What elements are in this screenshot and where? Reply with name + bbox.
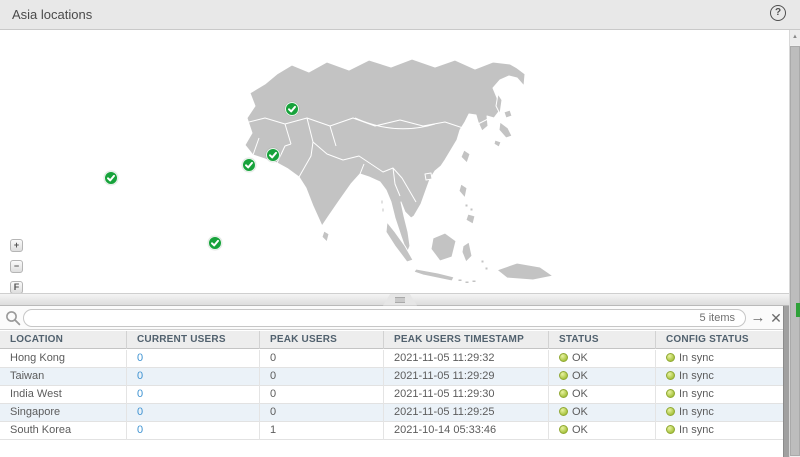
current-users-link[interactable]: 0 xyxy=(137,352,143,364)
current-users-link[interactable]: 0 xyxy=(137,424,143,436)
cell-location: Hong Kong xyxy=(0,350,127,368)
splitter-handle-icon[interactable] xyxy=(383,294,417,306)
search-field: 5 items xyxy=(23,309,746,327)
map-marker-singapore[interactable] xyxy=(208,236,222,250)
column-header-peak-users-timestamp[interactable]: PEAK USERS TIMESTAMP xyxy=(384,331,549,349)
cell-peak-users-timestamp: 2021-11-05 11:29:25 xyxy=(384,404,549,422)
cell-location: India West xyxy=(0,386,127,404)
current-users-link[interactable]: 0 xyxy=(137,388,143,400)
map-marker-india-west[interactable] xyxy=(104,171,118,185)
map-marker-hong-kong[interactable] xyxy=(242,158,256,172)
cell-status: OK xyxy=(549,404,656,422)
status-ok-icon xyxy=(559,407,568,416)
asia-locations-panel: Asia locations ? xyxy=(0,0,800,457)
search-input[interactable] xyxy=(34,310,654,326)
cell-location: Singapore xyxy=(0,404,127,422)
config-status-icon xyxy=(666,371,675,380)
column-header-peak-users[interactable]: PEAK USERS xyxy=(260,331,384,349)
table-row[interactable]: India West002021-11-05 11:29:30OKIn sync xyxy=(0,386,783,404)
map-table-splitter[interactable] xyxy=(0,293,789,306)
map-fit-button[interactable]: F xyxy=(10,281,23,293)
cell-peak-users: 0 xyxy=(260,386,384,404)
column-header-current-users[interactable]: CURRENT USERS xyxy=(127,331,260,349)
search-icon xyxy=(5,310,21,326)
cell-config-status: In sync xyxy=(656,422,783,440)
asia-map: + − F xyxy=(0,30,789,293)
items-count-badge: 5 items xyxy=(700,312,735,324)
cell-peak-users: 0 xyxy=(260,368,384,386)
table-row[interactable]: Taiwan002021-11-05 11:29:29OKIn sync xyxy=(0,368,783,386)
column-header-status[interactable]: STATUS xyxy=(549,331,656,349)
edge-green-fragment xyxy=(796,303,800,317)
cell-status: OK xyxy=(549,422,656,440)
cell-config-status: In sync xyxy=(656,368,783,386)
splitter-grip-icon xyxy=(395,297,405,303)
cell-peak-users: 0 xyxy=(260,404,384,422)
cell-peak-users-timestamp: 2021-11-05 11:29:29 xyxy=(384,368,549,386)
table-toolbar: 5 items → ✕ xyxy=(0,306,783,330)
map-marker-south-korea[interactable] xyxy=(285,102,299,116)
scrollbar-thumb[interactable] xyxy=(790,46,800,456)
cell-current-users: 0 xyxy=(127,404,260,422)
current-users-link[interactable]: 0 xyxy=(137,370,143,382)
cell-location: Taiwan xyxy=(0,368,127,386)
cell-current-users: 0 xyxy=(127,422,260,440)
status-ok-icon xyxy=(559,389,568,398)
scroll-up-icon[interactable]: ▲ xyxy=(790,30,800,45)
cell-peak-users: 1 xyxy=(260,422,384,440)
table-row[interactable]: Hong Kong002021-11-05 11:29:32OKIn sync xyxy=(0,350,783,368)
status-ok-icon xyxy=(559,353,568,362)
map-marker-taiwan[interactable] xyxy=(266,148,280,162)
config-status-icon xyxy=(666,389,675,398)
config-status-icon xyxy=(666,425,675,434)
page-scrollbar[interactable]: ▲ xyxy=(789,30,800,457)
column-header-location[interactable]: LOCATION xyxy=(0,331,127,349)
cell-peak-users-timestamp: 2021-11-05 11:29:30 xyxy=(384,386,549,404)
table-row[interactable]: South Korea 0 12021-10-14 05:33:46OKIn syn… xyxy=(0,422,783,440)
config-status-icon xyxy=(666,407,675,416)
cell-peak-users-timestamp: 2021-10-14 05:33:46 xyxy=(384,422,549,440)
cell-peak-users-timestamp: 2021-11-05 11:29:32 xyxy=(384,350,549,368)
table-footer-space xyxy=(0,440,783,457)
map-zoom-out-button[interactable]: − xyxy=(10,260,23,273)
check-icon xyxy=(286,103,298,115)
config-status-icon xyxy=(666,353,675,362)
cell-config-status: In sync xyxy=(656,350,783,368)
panel-header: Asia locations ? xyxy=(0,0,800,30)
cell-status: OK xyxy=(549,368,656,386)
cell-peak-users: 0 xyxy=(260,350,384,368)
cell-current-users: 0 xyxy=(127,350,260,368)
status-ok-icon xyxy=(559,425,568,434)
check-icon xyxy=(243,159,255,171)
help-icon[interactable]: ? xyxy=(770,5,786,21)
cell-config-status: In sync xyxy=(656,386,783,404)
check-icon xyxy=(105,172,117,184)
check-icon xyxy=(209,237,221,249)
cell-status: OK xyxy=(549,350,656,368)
column-header-config-status[interactable]: CONFIG STATUS xyxy=(656,331,783,349)
page-title: Asia locations xyxy=(12,7,92,22)
check-icon xyxy=(267,149,279,161)
table-row[interactable]: Singapore002021-11-05 11:29:25OKIn sync xyxy=(0,404,783,422)
map-zoom-in-button[interactable]: + xyxy=(10,239,23,252)
cell-location: South Korea xyxy=(0,422,127,440)
cell-current-users: 0 xyxy=(127,386,260,404)
cell-config-status: In sync xyxy=(656,404,783,422)
go-arrow-icon[interactable]: → xyxy=(749,309,767,327)
table-header-row: LOCATION CURRENT USERS PEAK USERS PEAK U… xyxy=(0,331,783,349)
status-ok-icon xyxy=(559,371,568,380)
cell-status: OK xyxy=(549,386,656,404)
current-users-link[interactable]: 0 xyxy=(137,406,143,418)
close-search-icon[interactable]: ✕ xyxy=(768,309,784,327)
table-body: Hong Kong002021-11-05 11:29:32OKIn syncT… xyxy=(0,350,783,440)
cell-current-users: 0 xyxy=(127,368,260,386)
